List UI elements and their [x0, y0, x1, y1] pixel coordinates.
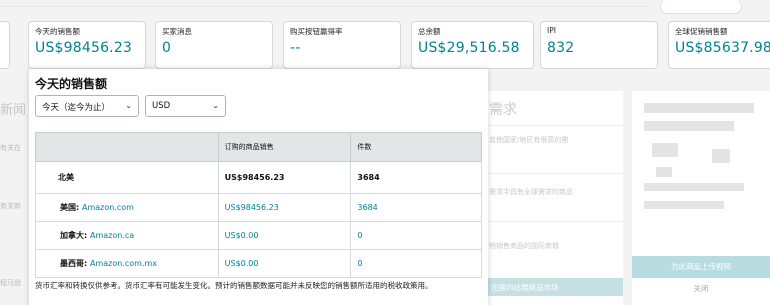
metric-card-buyer-messages[interactable]: 买家消息 0	[155, 21, 273, 69]
table-row: 加拿大: Amazon.ca US$0.00 0	[35, 221, 482, 250]
site-link[interactable]: Amazon.com.mx	[90, 259, 157, 268]
metric-card-partial[interactable]	[0, 21, 10, 69]
column-header: 件数	[350, 132, 482, 162]
currency-footnote: 货币汇率和转换仅供参考。货币汇率有可能发生变化。预计的销售额数据可能并未反映您的…	[35, 281, 433, 290]
date-range-select[interactable]: 今天（迄今为止） ⌄	[35, 95, 139, 117]
metric-value: US$29,516.58	[418, 40, 520, 56]
metric-value: 0	[162, 40, 172, 56]
chevron-down-icon: ⌄	[125, 101, 132, 110]
metric-value: US$85637.98	[675, 40, 770, 56]
table-row: 美国: Amazon.com US$98456.23 3684	[35, 193, 482, 222]
demand-panel: 需求 其他国家/地区有很高的需 需求中具有全球需求的商品 畅销售商品的国际商城 …	[485, 91, 623, 305]
blurred-text	[644, 201, 724, 209]
metric-label: 全球促销销售额	[675, 27, 728, 36]
date-range-value: 今天（迄今为止）	[42, 103, 111, 113]
metric-card-today-sales[interactable]: 今天的销售额 US$98456.23	[28, 21, 146, 69]
marketplace-cell: 加拿大: Amazon.ca	[35, 221, 219, 250]
metric-card-global-promo[interactable]: 全球促销销售额 US$85637.98	[668, 21, 770, 69]
units-cell[interactable]: 3684	[350, 193, 482, 222]
metric-label: IPI	[547, 26, 556, 35]
units-cell: 3684	[350, 161, 482, 194]
metric-label: 买家消息	[162, 27, 192, 36]
metric-value: --	[290, 40, 301, 56]
units-cell[interactable]: 0	[350, 221, 482, 250]
sales-table: 订购的商品销售 件数 北美 US$98456.23 3684 美国: Amazo…	[35, 132, 482, 278]
sales-cell: US$98456.23	[217, 161, 352, 194]
demand-item[interactable]: 需求中具有全球需求的商品	[489, 187, 619, 198]
currency-select[interactable]: USD ⌄	[145, 95, 226, 117]
marketplace-cell: 墨西哥: Amazon.com.mx	[35, 249, 219, 278]
demand-item[interactable]: 其他国家/地区有很高的需	[489, 135, 619, 146]
blurred-text	[644, 121, 734, 131]
table-row: 墨西哥: Amazon.com.mx US$0.00 0	[35, 249, 482, 278]
global-market-button[interactable]: 在国内站展商品市场	[485, 278, 623, 296]
news-item[interactable]: 有关新	[0, 201, 21, 211]
units-cell[interactable]: 0	[350, 249, 482, 278]
table-header-row: 订购的商品销售 件数	[35, 132, 482, 162]
news-title: 新闻	[0, 103, 27, 118]
metric-label: 今天的销售额	[35, 27, 80, 36]
divider	[485, 221, 623, 222]
blurred-image	[656, 167, 672, 177]
metric-label: 总余额	[418, 27, 441, 36]
metric-value: US$98456.23	[35, 40, 133, 56]
site-link[interactable]: Amazon.com	[82, 203, 134, 212]
table-row-total: 北美 US$98456.23 3684	[35, 161, 482, 194]
sales-popover: 今天的销售额 今天（迄今为止） ⌄ USD ⌄ 订购的商品销售 件数 北美 US…	[29, 69, 488, 305]
divider	[485, 125, 623, 126]
blurred-image	[652, 143, 678, 157]
divider	[0, 6, 650, 7]
metric-card-ipi[interactable]: IPI 832	[540, 21, 658, 69]
upload-video-button[interactable]: 为此商品上传视频	[632, 256, 770, 278]
metric-label: 购买按钮赢得率	[290, 27, 343, 36]
close-link[interactable]: 关闭	[632, 283, 770, 294]
blurred-text	[644, 183, 744, 191]
country-label: 墨西哥:	[60, 259, 88, 268]
chevron-down-icon: ⌄	[212, 101, 219, 110]
column-header: 订购的商品销售	[217, 132, 352, 162]
metric-card-total-balance[interactable]: 总余额 US$29,516.58	[411, 21, 534, 69]
divider	[485, 173, 623, 174]
demand-item[interactable]: 畅销售商品的国际商城	[489, 241, 619, 252]
currency-value: USD	[152, 101, 171, 111]
promo-panel: 为此商品上传视频 关闭	[632, 91, 770, 305]
top-tab-handle[interactable]	[660, 0, 742, 14]
site-link[interactable]: Amazon.ca	[90, 231, 134, 240]
sales-cell[interactable]: US$0.00	[217, 249, 352, 278]
blurred-image	[712, 149, 730, 163]
country-label: 加拿大:	[60, 231, 88, 240]
news-item[interactable]: 程马逊	[0, 278, 21, 288]
sales-cell[interactable]: US$98456.23	[217, 193, 352, 222]
news-item[interactable]: 有关在	[0, 143, 21, 153]
country-label: 美国:	[60, 203, 80, 212]
metric-card-buy-box[interactable]: 购买按钮赢得率 --	[283, 21, 401, 69]
marketplace-cell: 美国: Amazon.com	[35, 193, 219, 222]
demand-title: 需求	[489, 102, 517, 118]
blurred-text	[644, 103, 754, 113]
region-cell: 北美	[35, 161, 219, 194]
sales-cell[interactable]: US$0.00	[217, 221, 352, 250]
popover-title: 今天的销售额	[35, 77, 108, 91]
column-header	[35, 132, 219, 162]
metric-value: 832	[547, 40, 575, 56]
